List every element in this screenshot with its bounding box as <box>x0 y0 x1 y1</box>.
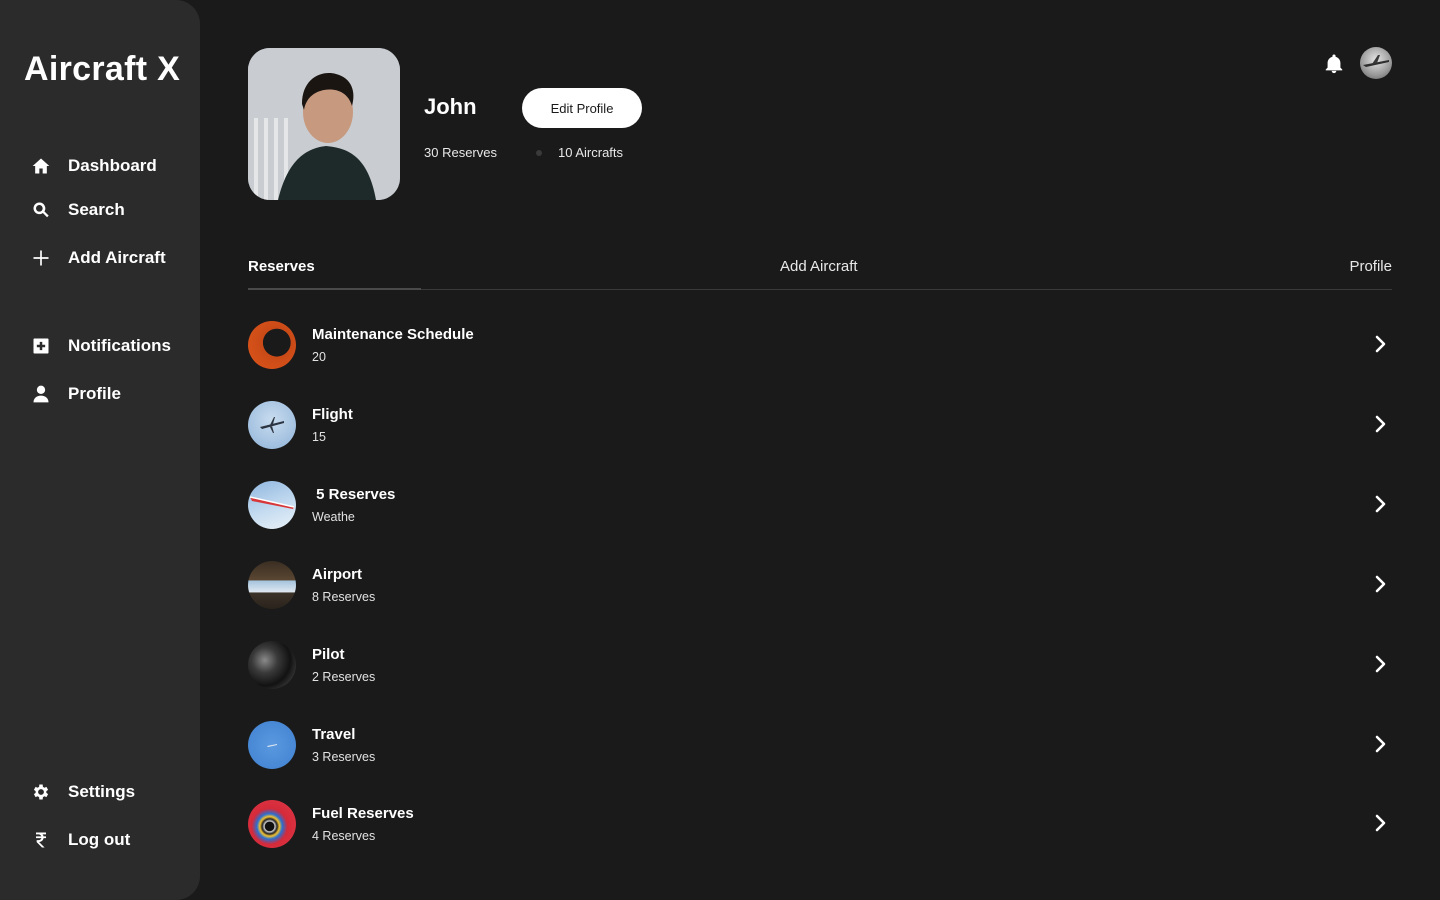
sidebar-item-profile[interactable]: Profile <box>30 378 121 410</box>
chevron-right-icon <box>1368 811 1392 835</box>
bell-icon[interactable] <box>1323 53 1345 75</box>
plus-box-icon <box>30 335 52 357</box>
tab-add-aircraft[interactable]: Add Aircraft <box>780 258 858 275</box>
sidebar-item-dashboard[interactable]: Dashboard <box>30 150 157 182</box>
edit-profile-button[interactable]: Edit Profile <box>522 88 642 128</box>
sidebar-item-label: Add Aircraft <box>68 248 166 267</box>
sidebar-item-label: Dashboard <box>68 156 157 175</box>
item-subtitle: 3 Reserves <box>312 750 376 764</box>
item-subtitle: 4 Reserves <box>312 829 376 843</box>
chevron-right-icon <box>1368 492 1392 516</box>
chevron-right-icon <box>1368 572 1392 596</box>
active-tab-indicator <box>248 288 421 290</box>
list-item-flight[interactable]: Flight 15 <box>248 400 1392 450</box>
sidebar-item-label: Search <box>68 200 125 219</box>
item-title: Maintenance Schedule <box>312 326 474 343</box>
list-item-airport[interactable]: Airport 8 Reserves <box>248 560 1392 610</box>
gear-icon <box>30 781 52 803</box>
item-title: Fuel Reserves <box>312 805 414 822</box>
aircrafts-count: 10 Aircrafts <box>558 145 624 160</box>
chevron-right-icon <box>1368 412 1392 436</box>
item-thumbnail <box>248 321 296 369</box>
item-title: Pilot <box>312 646 345 663</box>
app-title: Aircraft X <box>24 50 181 88</box>
item-subtitle: 2 Reserves <box>312 670 376 684</box>
item-subtitle: 15 <box>312 430 326 444</box>
list-item-pilot[interactable]: Pilot 2 Reserves <box>248 640 1392 690</box>
sidebar-item-label: Log out <box>68 830 131 849</box>
sidebar-item-settings[interactable]: Settings <box>30 776 135 808</box>
item-thumbnail <box>248 800 296 848</box>
item-subtitle: 8 Reserves <box>312 590 376 604</box>
search-icon <box>30 199 52 221</box>
item-thumbnail <box>248 721 296 769</box>
item-title: Airport <box>312 566 362 583</box>
rupee-icon <box>30 829 52 851</box>
plus-icon <box>30 247 52 269</box>
list-item-5-reserves[interactable]: 5 Reserves Weathe <box>248 480 1392 530</box>
sidebar-item-label: Notifications <box>68 336 171 355</box>
list-item-travel[interactable]: Travel 3 Reserves <box>248 720 1392 770</box>
tab-profile[interactable]: Profile <box>1349 258 1392 275</box>
home-icon <box>30 155 52 177</box>
item-thumbnail <box>248 561 296 609</box>
item-title: Travel <box>312 726 356 743</box>
item-subtitle: Weathe <box>312 510 355 524</box>
item-thumbnail <box>248 641 296 689</box>
sidebar-item-search[interactable]: Search <box>30 194 125 226</box>
reserves-count: 30 Reserves <box>424 145 497 160</box>
sidebar: Aircraft X Dashboard Search Add Aircraft… <box>0 0 200 900</box>
tab-reserves[interactable]: Reserves <box>248 258 315 275</box>
profile-name: John <box>424 94 477 119</box>
item-title: Flight <box>312 406 353 423</box>
sidebar-item-add-aircraft[interactable]: Add Aircraft <box>30 242 166 274</box>
user-avatar[interactable] <box>1360 47 1392 79</box>
item-title: 5 Reserves <box>312 486 396 503</box>
sidebar-item-label: Profile <box>68 384 121 403</box>
list-item-fuel-reserves[interactable]: Fuel Reserves 4 Reserves <box>248 799 1392 849</box>
user-icon <box>30 383 52 405</box>
profile-avatar <box>248 48 400 200</box>
item-thumbnail <box>248 401 296 449</box>
sidebar-item-logout[interactable]: Log out <box>30 824 130 856</box>
sidebar-item-label: Settings <box>68 782 136 801</box>
chevron-right-icon <box>1368 652 1392 676</box>
item-thumbnail <box>248 481 296 529</box>
chevron-right-icon <box>1368 332 1392 356</box>
item-subtitle: 20 <box>312 350 326 364</box>
chevron-right-icon <box>1368 732 1392 756</box>
stat-separator <box>536 150 542 156</box>
sidebar-item-notifications[interactable]: Notifications <box>30 330 171 362</box>
tab-bar: Reserves Add Aircraft Profile <box>248 250 1392 290</box>
list-item-maintenance-schedule[interactable]: Maintenance Schedule 20 <box>248 320 1392 370</box>
